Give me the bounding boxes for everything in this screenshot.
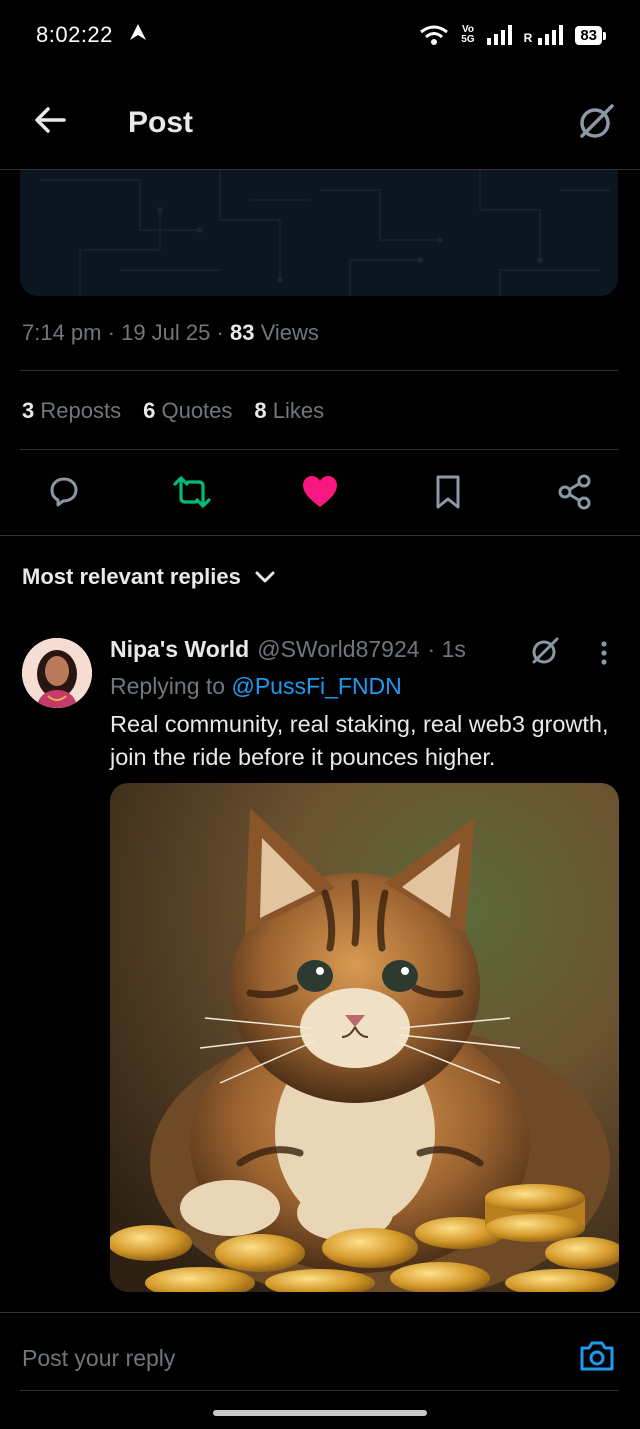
views-count: 83: [229, 320, 255, 345]
reply-sort-selector[interactable]: Most relevant replies: [22, 564, 275, 590]
back-button[interactable]: [30, 100, 70, 140]
share-button[interactable]: [553, 470, 597, 514]
divider: [20, 1390, 618, 1391]
post-time: 7:14 pm: [22, 320, 102, 345]
grok-icon: [532, 637, 559, 664]
like-button[interactable]: [298, 470, 342, 514]
likes-stat[interactable]: 8 Likes: [254, 398, 324, 424]
more-vertical-icon: [601, 641, 607, 665]
page-title: Post: [128, 106, 194, 139]
reply-image-kitten[interactable]: [110, 783, 619, 1292]
home-indicator[interactable]: [213, 1410, 427, 1416]
status-time: 8:02:22: [36, 22, 113, 47]
arrow-left-icon: [35, 107, 66, 133]
grok-button[interactable]: [574, 100, 618, 144]
comment-icon: [50, 477, 78, 507]
status-bar: 8:02:22 Vo 5G R 83: [0, 0, 640, 72]
bookmark-icon: [436, 475, 460, 509]
reposts-stat[interactable]: 3 Reposts: [22, 398, 121, 424]
network-type: Vo 5G: [461, 24, 475, 45]
replying-to-link[interactable]: @PussFi_FNDN: [231, 673, 401, 699]
bookmark-button[interactable]: [426, 470, 470, 514]
signal-icon: [486, 25, 512, 45]
reply-author-name[interactable]: Nipa's World: [110, 636, 249, 663]
post-stats: 3 Reposts 6 Quotes 8 Likes: [22, 398, 324, 424]
grok-icon: [580, 104, 614, 138]
battery-indicator: 83: [575, 25, 606, 45]
camera-button[interactable]: [578, 1337, 616, 1375]
divider: [20, 449, 618, 450]
reply-author-handle[interactable]: @SWorld87924: [257, 636, 419, 663]
reply-time: · 1s: [427, 636, 466, 662]
repost-button[interactable]: [170, 470, 214, 514]
post-actions: [0, 462, 640, 522]
share-icon: [558, 474, 591, 510]
post-media-card[interactable]: [20, 170, 618, 296]
reply-button[interactable]: [42, 470, 86, 514]
reply-more-button[interactable]: [590, 638, 618, 668]
reply-composer: [0, 1312, 640, 1392]
post-date: 19 Jul 25: [121, 320, 211, 345]
camera-icon: [580, 1341, 614, 1371]
quotes-stat[interactable]: 6 Quotes: [143, 398, 232, 424]
sort-label: Most relevant replies: [22, 564, 241, 589]
avatar[interactable]: [22, 638, 92, 708]
replying-to-line: Replying to @PussFi_FNDN: [110, 673, 402, 699]
reply-text: Real community, real staking, real web3 …: [110, 711, 609, 770]
reply-grok-button[interactable]: [528, 634, 562, 668]
repost-icon: [173, 476, 211, 508]
divider: [20, 370, 618, 371]
heart-icon: [303, 476, 337, 507]
divider: [0, 535, 640, 536]
roaming-signal-icon: R: [524, 25, 564, 45]
post-timestamp: 7:14 pm · 19 Jul 25 · 83 Views: [22, 320, 319, 345]
views-label[interactable]: Views: [261, 320, 319, 345]
navigation-arrow-icon: [128, 22, 148, 48]
wifi-icon: [420, 25, 449, 45]
chevron-down-icon: [255, 571, 275, 583]
reply-author-line: Nipa's World @SWorld87924 · 1s: [110, 636, 466, 663]
reply-input[interactable]: [22, 1345, 482, 1372]
top-app-bar: Post: [0, 72, 640, 170]
